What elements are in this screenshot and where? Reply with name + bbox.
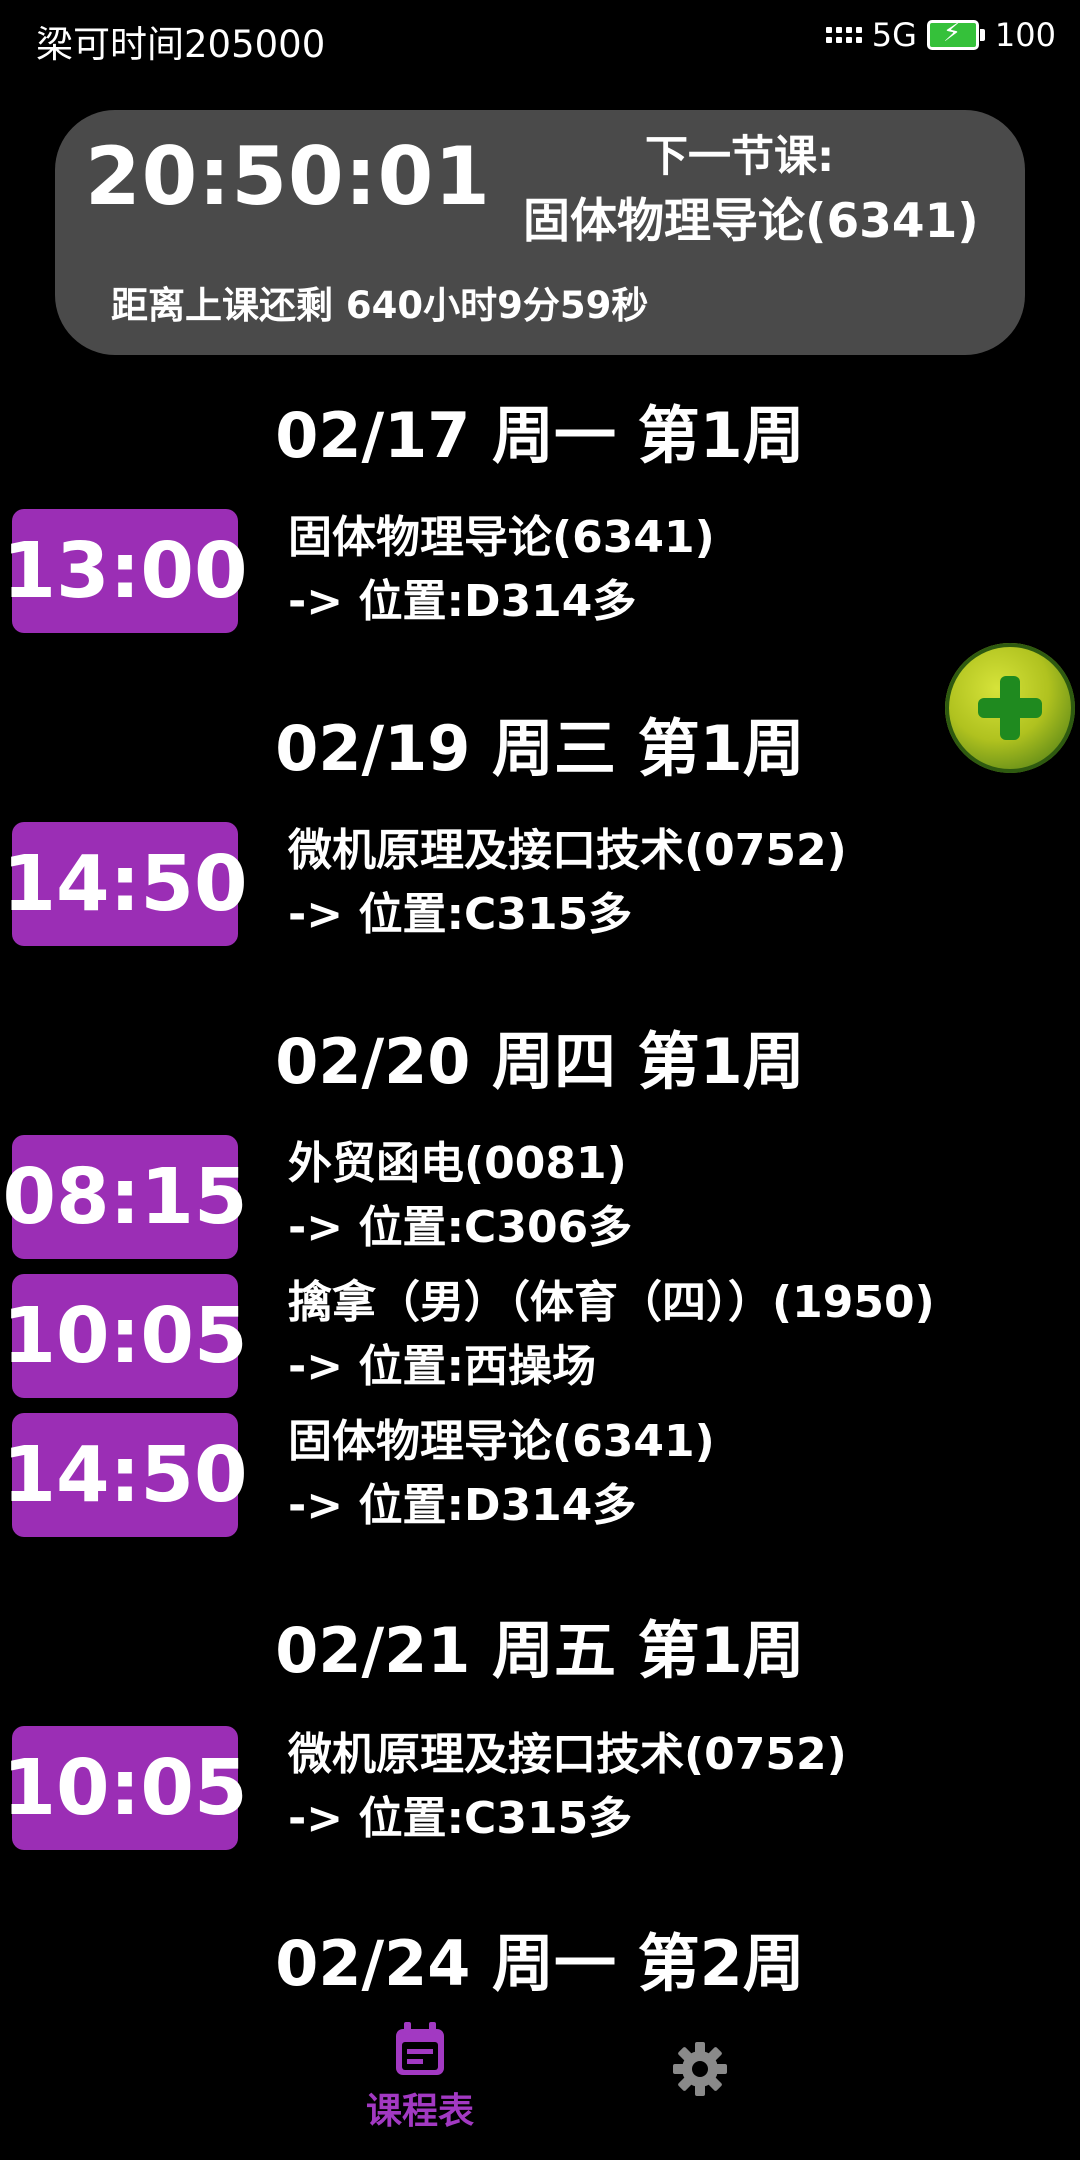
- class-time-badge[interactable]: 10:05: [2, 1274, 248, 1398]
- class-item[interactable]: 外贸函电(0081) -> 位置:C306多: [288, 1132, 1068, 1260]
- class-name: 擒拿（男）（体育（四））(1950): [288, 1277, 935, 1328]
- day-header: 02/21 周五 第1周: [275, 1614, 805, 1687]
- class-item[interactable]: 固体物理导论(6341) -> 位置:D314多: [288, 1410, 1068, 1538]
- status-icons: 5G ⚡ 100: [825, 16, 1056, 54]
- class-name: 微机原理及接口技术(0752): [288, 1729, 847, 1780]
- countdown-text: 距离上课还剩 640小时9分59秒: [111, 284, 649, 327]
- class-location: -> 位置:D314多: [288, 1480, 637, 1531]
- class-time-badge[interactable]: 10:05: [2, 1726, 248, 1850]
- class-location: -> 位置:C306多: [288, 1202, 633, 1253]
- day-header: 02/19 周三 第1周: [275, 712, 805, 785]
- class-time-badge[interactable]: 13:00: [2, 509, 248, 633]
- nav-schedule-label: 课程表: [365, 2091, 474, 2132]
- bottom-nav: 课程表: [0, 2000, 1080, 2160]
- class-name: 微机原理及接口技术(0752): [288, 825, 847, 876]
- calendar-icon: [396, 2022, 444, 2075]
- class-location: -> 位置:C315多: [288, 889, 633, 940]
- class-time-badge[interactable]: 14:50: [2, 822, 248, 946]
- next-class-card: 20:50:01 下一节课: 固体物理导论(6341) 距离上课还剩 640小时…: [55, 110, 1025, 355]
- class-location: -> 位置:D314多: [288, 576, 637, 627]
- nav-tab-settings[interactable]: [660, 2020, 740, 2098]
- day-header: 02/20 周四 第1周: [275, 1025, 805, 1098]
- class-time-badge[interactable]: 08:15: [2, 1135, 248, 1259]
- gear-icon: [673, 2042, 727, 2096]
- next-class-name: 固体物理导论(6341): [523, 194, 979, 249]
- class-name: 固体物理导论(6341): [288, 1416, 715, 1467]
- class-location: -> 位置:C315多: [288, 1793, 633, 1844]
- floating-plus-button[interactable]: [945, 643, 1075, 773]
- nav-tab-schedule[interactable]: 课程表: [350, 2020, 490, 2134]
- status-text: 梁可时间205000: [36, 23, 326, 66]
- class-item[interactable]: 固体物理导论(6341) -> 位置:D314多: [288, 506, 1068, 634]
- class-name: 外贸函电(0081): [288, 1138, 627, 1189]
- class-location: -> 位置:西操场: [288, 1341, 597, 1392]
- day-header: 02/24 周一 第2周: [275, 1927, 805, 2000]
- class-item[interactable]: 微机原理及接口技术(0752) -> 位置:C315多: [288, 819, 1068, 947]
- class-item[interactable]: 擒拿（男）（体育（四））(1950) -> 位置:西操场: [288, 1271, 1068, 1399]
- status-bar: 梁可时间205000 5G ⚡ 100: [0, 0, 1080, 76]
- class-item[interactable]: 微机原理及接口技术(0752) -> 位置:C315多: [288, 1723, 1068, 1851]
- next-class-label: 下一节课:: [645, 132, 835, 182]
- network-type: 5G: [871, 16, 917, 54]
- day-header: 02/17 周一 第1周: [275, 399, 805, 472]
- class-name: 固体物理导论(6341): [288, 512, 715, 563]
- battery-level: 100: [994, 16, 1056, 54]
- battery-icon: ⚡: [926, 18, 985, 50]
- current-clock: 20:50:01: [85, 130, 491, 223]
- signal-icon: [825, 27, 862, 43]
- class-time-badge[interactable]: 14:50: [2, 1413, 248, 1537]
